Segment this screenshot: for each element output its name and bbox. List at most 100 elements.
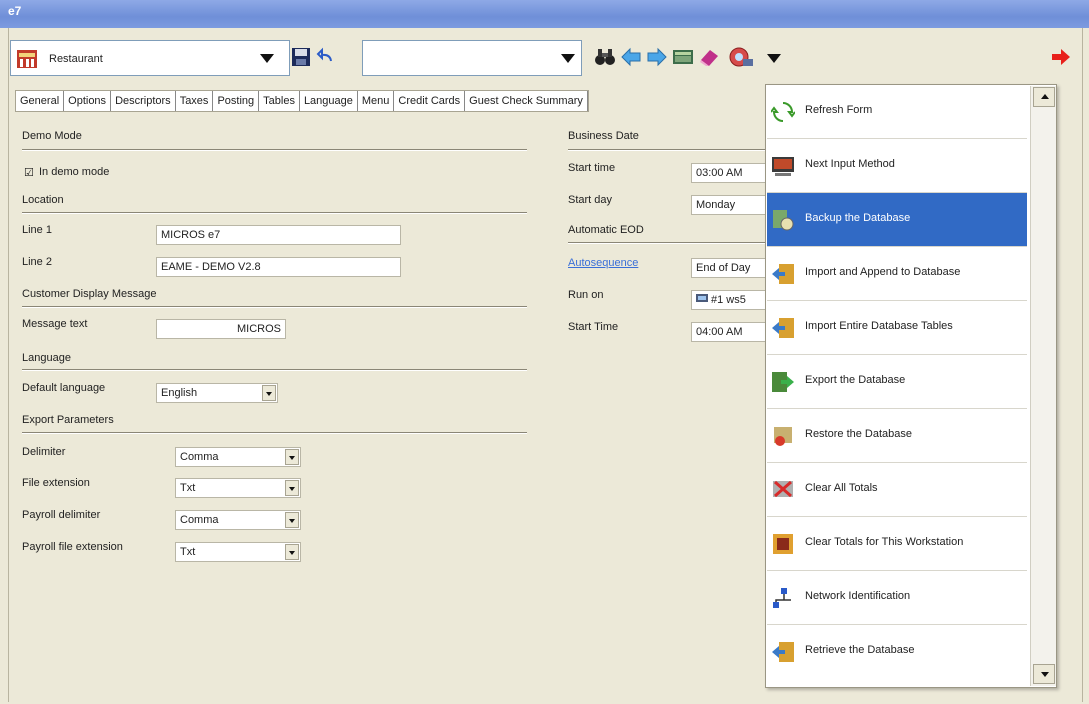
customer-display-heading: Customer Display Message	[22, 288, 157, 300]
line2-input[interactable]: EAME - DEMO V2.8	[156, 257, 401, 277]
automatic-eod-heading: Automatic EOD	[568, 224, 644, 236]
network-icon	[773, 588, 791, 608]
chevron-down-icon[interactable]	[285, 512, 299, 528]
export-parameters-heading: Export Parameters	[22, 414, 114, 426]
scroll-down-icon[interactable]	[1033, 664, 1055, 684]
menu-item-next-input-method[interactable]: Next Input Method	[767, 139, 1027, 193]
tools-menu-dropdown[interactable]	[762, 40, 786, 76]
payroll-file-extension-value: Txt	[180, 546, 196, 558]
payroll-delimiter-select[interactable]: Comma	[175, 510, 301, 530]
tab-menu[interactable]: Menu	[358, 91, 395, 111]
menu-item-retrieve-database[interactable]: Retrieve the Database	[767, 625, 1027, 679]
tab-taxes[interactable]: Taxes	[176, 91, 214, 111]
clear-totals-icon	[773, 480, 793, 498]
delimiter-label: Delimiter	[22, 446, 66, 458]
run-on-label: Run on	[568, 289, 604, 301]
message-text-input[interactable]: MICROS	[156, 319, 286, 339]
message-text-label: Message text	[22, 318, 88, 330]
next-record-icon[interactable]	[646, 46, 668, 68]
menu-item-network-identification[interactable]: Network Identification	[767, 571, 1027, 625]
start-time-input[interactable]: 03:00 AM	[691, 163, 771, 183]
tab-language[interactable]: Language	[300, 91, 358, 111]
save-icon[interactable]	[290, 46, 312, 68]
menu-item-import-append[interactable]: Import and Append to Database	[767, 247, 1027, 301]
checkbox-checked-icon[interactable]: ☑	[24, 166, 34, 179]
delimiter-select[interactable]: Comma	[175, 447, 301, 467]
menu-item-import-entire-tables[interactable]: Import Entire Database Tables	[767, 301, 1027, 355]
tab-guest-check-summary[interactable]: Guest Check Summary	[465, 91, 588, 111]
tab-general[interactable]: General	[16, 91, 65, 111]
clear-workstation-icon	[773, 534, 793, 554]
demo-mode-checkbox-label: In demo mode	[39, 166, 110, 178]
tab-credit-cards[interactable]: Credit Cards	[394, 91, 466, 111]
export-icon	[772, 372, 794, 392]
previous-record-icon[interactable]	[620, 46, 642, 68]
menu-item-refresh-form[interactable]: Refresh Form	[767, 85, 1027, 139]
file-extension-select[interactable]: Txt	[175, 478, 301, 498]
payroll-delimiter-label: Payroll delimiter	[22, 509, 101, 521]
exit-arrow-icon[interactable]	[1050, 46, 1072, 68]
chevron-down-icon[interactable]	[285, 480, 299, 496]
line1-label: Line 1	[22, 224, 52, 236]
default-language-select[interactable]: English	[156, 383, 278, 403]
menu-item-clear-workstation-totals[interactable]: Clear Totals for This Workstation	[767, 517, 1027, 571]
tools-dropdown-menu: Refresh Form Next Input Method Backup th…	[765, 84, 1057, 688]
input-method-icon	[772, 157, 794, 176]
autosequence-link[interactable]: Autosequence	[568, 257, 638, 269]
toolbar: Restaurant	[10, 36, 1082, 80]
start-time-label: Start time	[568, 162, 616, 174]
window-titlebar: e7	[0, 0, 1089, 28]
table-view-icon[interactable]	[672, 46, 694, 68]
backup-icon	[773, 210, 794, 231]
divider	[568, 242, 768, 244]
general-panel: Demo Mode ☑ In demo mode Location Line 1…	[15, 112, 775, 692]
module-combo-dropdown[interactable]	[255, 40, 279, 76]
divider	[22, 369, 527, 371]
tab-options[interactable]: Options	[64, 91, 112, 111]
autosequence-select[interactable]: End of Day	[691, 258, 771, 278]
demo-mode-heading: Demo Mode	[22, 130, 82, 142]
location-heading: Location	[22, 194, 64, 206]
module-combo[interactable]: Restaurant	[10, 40, 290, 76]
run-on-value: #1 ws5	[711, 294, 746, 306]
restaurant-icon	[17, 50, 37, 68]
import-append-icon	[772, 264, 794, 284]
restore-icon	[774, 427, 792, 446]
eraser-icon[interactable]	[698, 46, 720, 68]
tab-descriptors[interactable]: Descriptors	[111, 91, 176, 111]
retrieve-icon	[772, 642, 794, 662]
line1-input[interactable]: MICROS e7	[156, 225, 401, 245]
default-language-value: English	[161, 387, 198, 399]
menu-item-export-database[interactable]: Export the Database	[767, 355, 1027, 409]
record-combo-dropdown[interactable]	[556, 40, 580, 76]
divider	[568, 149, 768, 151]
tab-posting[interactable]: Posting	[213, 91, 260, 111]
module-combo-value: Restaurant	[49, 53, 103, 65]
divider	[22, 432, 527, 434]
menu-item-backup-database[interactable]: Backup the Database	[767, 193, 1027, 247]
divider	[22, 149, 527, 151]
payroll-file-extension-select[interactable]: Txt	[175, 542, 301, 562]
undo-icon[interactable]	[316, 46, 338, 68]
file-extension-value: Txt	[180, 482, 196, 494]
eod-start-time-input[interactable]: 04:00 AM	[691, 322, 771, 342]
menu-scrollbar[interactable]	[1030, 86, 1056, 686]
menu-item-restore-database[interactable]: Restore the Database	[767, 409, 1027, 463]
divider	[22, 212, 527, 214]
payroll-file-extension-label: Payroll file extension	[22, 541, 123, 553]
tools-icon[interactable]	[728, 46, 756, 68]
find-icon[interactable]	[594, 46, 616, 68]
run-on-select[interactable]: #1 ws5	[691, 290, 771, 310]
window-title: e7	[8, 4, 22, 18]
menu-item-clear-all-totals[interactable]: Clear All Totals	[767, 463, 1027, 517]
delimiter-value: Comma	[180, 451, 219, 463]
chevron-down-icon[interactable]	[285, 544, 299, 560]
language-heading: Language	[22, 352, 71, 364]
chevron-down-icon[interactable]	[262, 385, 276, 401]
tab-tables[interactable]: Tables	[259, 91, 300, 111]
line2-label: Line 2	[22, 256, 52, 268]
start-day-select[interactable]: Monday	[691, 195, 771, 215]
chevron-down-icon[interactable]	[285, 449, 299, 465]
scroll-up-icon[interactable]	[1033, 87, 1055, 107]
record-combo[interactable]	[362, 40, 582, 76]
